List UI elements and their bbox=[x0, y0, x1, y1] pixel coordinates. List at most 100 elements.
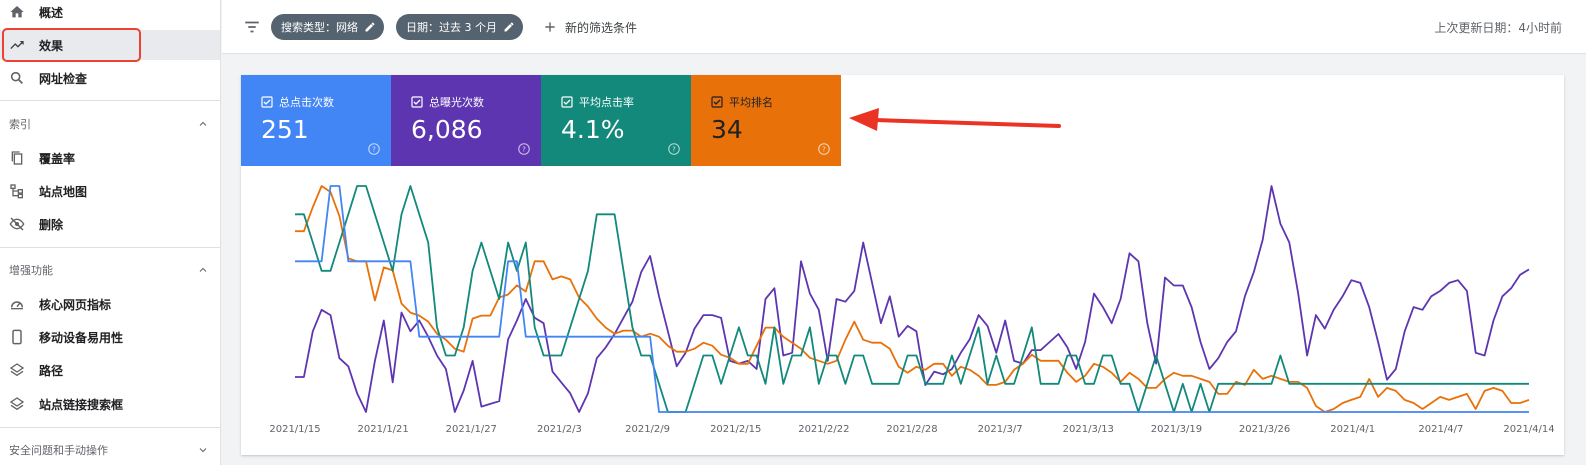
metric-average-position[interactable]: 平均排名 34 ? bbox=[691, 75, 841, 166]
sidebar-item-label: 站点链接搜索框 bbox=[39, 397, 124, 412]
section-title: 增强功能 bbox=[9, 264, 53, 277]
x-tick-label: 2021/1/27 bbox=[446, 424, 497, 435]
metric-total-impressions[interactable]: 总曝光次数 6,086 ? bbox=[391, 75, 541, 166]
x-tick-label: 2021/2/3 bbox=[537, 424, 582, 435]
phone-icon bbox=[9, 329, 25, 345]
search-type-chip[interactable]: 搜索类型：网络 bbox=[271, 14, 384, 40]
x-tick-label: 2021/2/28 bbox=[886, 424, 937, 435]
edit-icon bbox=[365, 22, 375, 32]
edit-icon bbox=[504, 22, 514, 32]
sidebar-item-label: 核心网页指标 bbox=[39, 297, 112, 312]
filter-icon[interactable] bbox=[243, 18, 261, 36]
metric-label: 总曝光次数 bbox=[429, 96, 484, 109]
highlight-outline bbox=[2, 28, 141, 62]
sitemap-icon bbox=[9, 183, 25, 199]
x-tick-label: 2021/2/15 bbox=[710, 424, 761, 435]
filter-bar: 搜索类型：网络 日期：过去 3 个月 新的筛选条件 上次更新日期：4小时前 bbox=[222, 0, 1586, 54]
help-icon[interactable]: ? bbox=[667, 142, 681, 156]
x-tick-label: 2021/1/15 bbox=[269, 424, 320, 435]
series-line-1 bbox=[295, 185, 1530, 413]
series-line-2 bbox=[295, 185, 1529, 413]
help-icon[interactable]: ? bbox=[817, 142, 831, 156]
sidebar: 概述 效果 网址检查 索引 覆盖率 站点地图 删除 增强功能 核心网页指标 移动… bbox=[0, 0, 221, 465]
sidebar-item-removals[interactable]: 删除 bbox=[0, 209, 220, 239]
svg-text:?: ? bbox=[672, 146, 676, 154]
metric-average-ctr[interactable]: 平均点击率 4.1% ? bbox=[541, 75, 691, 166]
metric-value: 34 bbox=[711, 115, 743, 144]
x-tick-label: 2021/2/22 bbox=[798, 424, 849, 435]
eye-off-icon bbox=[9, 216, 25, 232]
annotation-arrow-icon bbox=[849, 108, 1061, 131]
sidebar-item-label: 路径 bbox=[39, 363, 64, 378]
section-title: 安全问题和手动操作 bbox=[9, 444, 108, 457]
x-tick-label: 2021/2/9 bbox=[625, 424, 670, 435]
speed-icon bbox=[9, 296, 25, 312]
metric-header: 总曝光次数 bbox=[411, 94, 484, 110]
x-tick-label: 2021/3/26 bbox=[1239, 424, 1290, 435]
metric-header: 总点击次数 bbox=[261, 94, 334, 110]
x-tick-label: 2021/4/7 bbox=[1418, 424, 1463, 435]
sidebar-item-overview[interactable]: 概述 bbox=[0, 0, 220, 27]
divider bbox=[0, 100, 220, 101]
date-range-chip[interactable]: 日期：过去 3 个月 bbox=[396, 14, 523, 40]
copy-icon bbox=[9, 150, 25, 166]
x-tick-label: 2021/3/19 bbox=[1151, 424, 1202, 435]
sidebar-item-label: 删除 bbox=[39, 217, 64, 232]
metric-value: 6,086 bbox=[411, 115, 483, 144]
checkbox-checked-icon[interactable] bbox=[411, 96, 423, 108]
divider bbox=[0, 247, 220, 248]
sidebar-item-sitelinks-searchbox[interactable]: 站点链接搜索框 bbox=[0, 389, 220, 419]
section-header-index[interactable]: 索引 bbox=[9, 114, 209, 134]
sidebar-item-label: 移动设备易用性 bbox=[39, 330, 124, 345]
sidebar-item-label: 站点地图 bbox=[39, 184, 88, 199]
sidebar-item-label: 覆盖率 bbox=[39, 151, 76, 166]
chip-label: 日期：过去 3 个月 bbox=[406, 21, 497, 34]
sidebar-item-breadcrumbs[interactable]: 路径 bbox=[0, 355, 220, 385]
x-tick-label: 2021/4/14 bbox=[1503, 424, 1554, 435]
add-filter-label: 新的筛选条件 bbox=[565, 20, 638, 35]
chevron-down-icon bbox=[199, 448, 207, 453]
search-icon bbox=[9, 70, 25, 86]
x-tick-label: 2021/3/7 bbox=[978, 424, 1023, 435]
x-tick-label: 2021/1/21 bbox=[358, 424, 409, 435]
x-tick-label: 2021/3/13 bbox=[1063, 424, 1114, 435]
checkbox-checked-icon[interactable] bbox=[561, 96, 573, 108]
sidebar-item-core-web-vitals[interactable]: 核心网页指标 bbox=[0, 289, 220, 319]
chip-label: 搜索类型：网络 bbox=[281, 21, 358, 34]
layers-icon bbox=[9, 362, 25, 378]
sidebar-item-mobile-usability[interactable]: 移动设备易用性 bbox=[0, 322, 220, 352]
chevron-up-icon bbox=[199, 267, 207, 272]
sidebar-item-coverage[interactable]: 覆盖率 bbox=[0, 143, 220, 173]
add-filter-button[interactable]: 新的筛选条件 bbox=[543, 16, 637, 38]
series-line-3 bbox=[295, 185, 1529, 413]
sidebar-item-label: 概述 bbox=[39, 5, 64, 20]
metric-header: 平均排名 bbox=[711, 94, 773, 110]
sidebar-item-sitemaps[interactable]: 站点地图 bbox=[0, 176, 220, 206]
checkbox-checked-icon[interactable] bbox=[261, 96, 273, 108]
section-title: 索引 bbox=[9, 118, 31, 131]
sidebar-item-url-inspection[interactable]: 网址检查 bbox=[0, 63, 220, 93]
sidebar-item-label: 网址检查 bbox=[39, 71, 88, 86]
metric-header: 平均点击率 bbox=[561, 94, 634, 110]
last-updated-text: 上次更新日期：4小时前 bbox=[1434, 21, 1562, 35]
plus-icon bbox=[545, 22, 555, 32]
metric-total-clicks[interactable]: 总点击次数 251 ? bbox=[241, 75, 391, 166]
help-icon[interactable]: ? bbox=[367, 142, 381, 156]
section-header-security[interactable]: 安全问题和手动操作 bbox=[9, 440, 209, 460]
metric-value: 4.1% bbox=[561, 115, 625, 144]
home-icon bbox=[9, 4, 25, 20]
metric-label: 平均排名 bbox=[729, 96, 773, 109]
svg-text:?: ? bbox=[522, 146, 526, 154]
checkbox-checked-icon[interactable] bbox=[711, 96, 723, 108]
chevron-up-icon bbox=[199, 121, 207, 126]
divider bbox=[0, 427, 220, 428]
metric-label: 总点击次数 bbox=[279, 96, 334, 109]
series-line-0 bbox=[295, 185, 1530, 413]
x-tick-label: 2021/4/1 bbox=[1330, 424, 1375, 435]
metric-value: 251 bbox=[261, 115, 309, 144]
help-icon[interactable]: ? bbox=[517, 142, 531, 156]
section-header-enhancements[interactable]: 增强功能 bbox=[9, 260, 209, 280]
svg-text:?: ? bbox=[372, 146, 376, 154]
svg-text:?: ? bbox=[822, 146, 826, 154]
metric-label: 平均点击率 bbox=[579, 96, 634, 109]
